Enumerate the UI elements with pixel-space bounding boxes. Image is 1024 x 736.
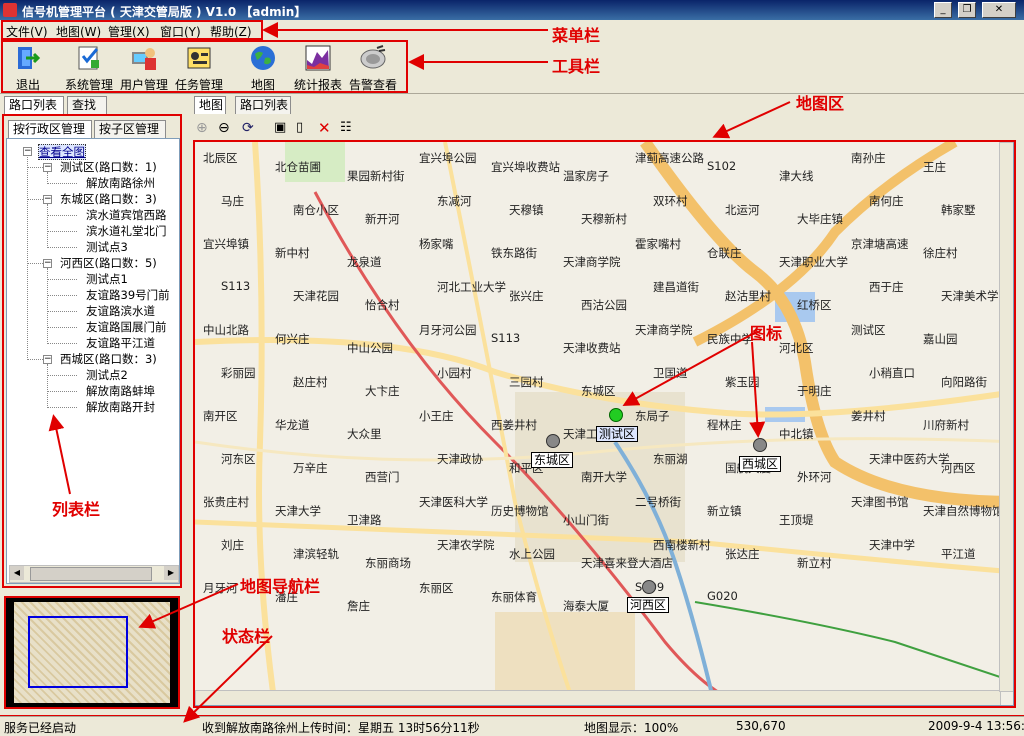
annotation-list: 列表栏 [52, 500, 101, 519]
annotation-status: 状态栏 [222, 627, 271, 646]
annotation-icon: 图标 [750, 324, 783, 343]
annotation-nav: 地图导航栏 [240, 577, 321, 596]
annotation-menubar: 菜单栏 [552, 26, 601, 45]
annotation-maparea: 地图区 [796, 94, 845, 113]
annotation-arrows [48, 22, 791, 723]
annotation-toolbar: 工具栏 [552, 57, 601, 76]
